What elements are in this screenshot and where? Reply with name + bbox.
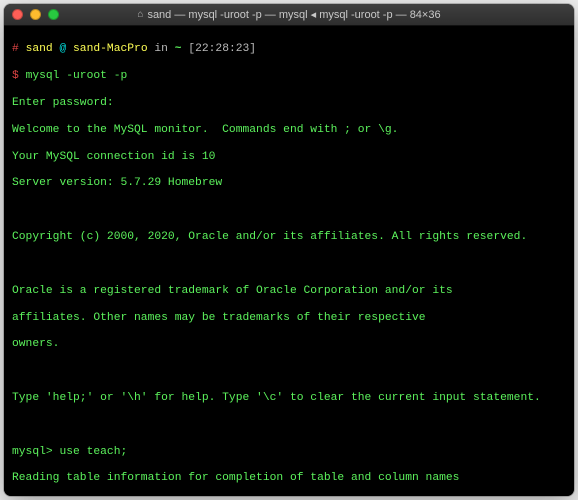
blank-line <box>12 258 566 271</box>
prompt-time: [22:28:23] <box>188 43 256 55</box>
terminal-window: ⌂ sand — mysql -uroot -p — mysql ◂ mysql… <box>4 4 574 496</box>
mysql-prompt-line: mysql> use teach; <box>12 446 566 459</box>
output-line: affiliates. Other names may be trademark… <box>12 312 566 325</box>
window-title: ⌂ sand — mysql -uroot -p — mysql ◂ mysql… <box>4 8 574 21</box>
prompt-in: in <box>154 43 168 55</box>
command-text: mysql -uroot -p <box>26 70 128 82</box>
output-line: Copyright (c) 2000, 2020, Oracle and/or … <box>12 231 566 244</box>
output-line: Your MySQL connection id is 10 <box>12 151 566 164</box>
blank-line <box>12 419 566 432</box>
titlebar[interactable]: ⌂ sand — mysql -uroot -p — mysql ◂ mysql… <box>4 4 574 26</box>
prompt-dir: ~ <box>175 43 182 55</box>
prompt-line-1: # sand @ sand-MacPro in ~ [22:28:23] <box>12 43 566 56</box>
blank-line <box>12 365 566 378</box>
prompt-at: @ <box>59 43 66 55</box>
output-line: Oracle is a registered trademark of Orac… <box>12 285 566 298</box>
window-title-text: sand — mysql -uroot -p — mysql ◂ mysql -… <box>147 8 440 21</box>
traffic-lights <box>12 9 59 20</box>
terminal-body[interactable]: # sand @ sand-MacPro in ~ [22:28:23] $ m… <box>4 26 574 496</box>
home-icon: ⌂ <box>137 10 143 20</box>
minimize-icon[interactable] <box>30 9 41 20</box>
maximize-icon[interactable] <box>48 9 59 20</box>
output-line: owners. <box>12 338 566 351</box>
output-line: Server version: 5.7.29 Homebrew <box>12 177 566 190</box>
prompt-line-2: $ mysql -uroot -p <box>12 70 566 83</box>
prompt-hash: # <box>12 43 19 55</box>
prompt-user: sand <box>26 43 53 55</box>
blank-line <box>12 204 566 217</box>
prompt-host: sand-MacPro <box>73 43 148 55</box>
output-line: Type 'help;' or '\h' for help. Type '\c'… <box>12 392 566 405</box>
close-icon[interactable] <box>12 9 23 20</box>
prompt-dollar: $ <box>12 70 19 82</box>
output-line: Welcome to the MySQL monitor. Commands e… <box>12 124 566 137</box>
output-line: Reading table information for completion… <box>12 472 566 485</box>
output-line: Enter password: <box>12 97 566 110</box>
